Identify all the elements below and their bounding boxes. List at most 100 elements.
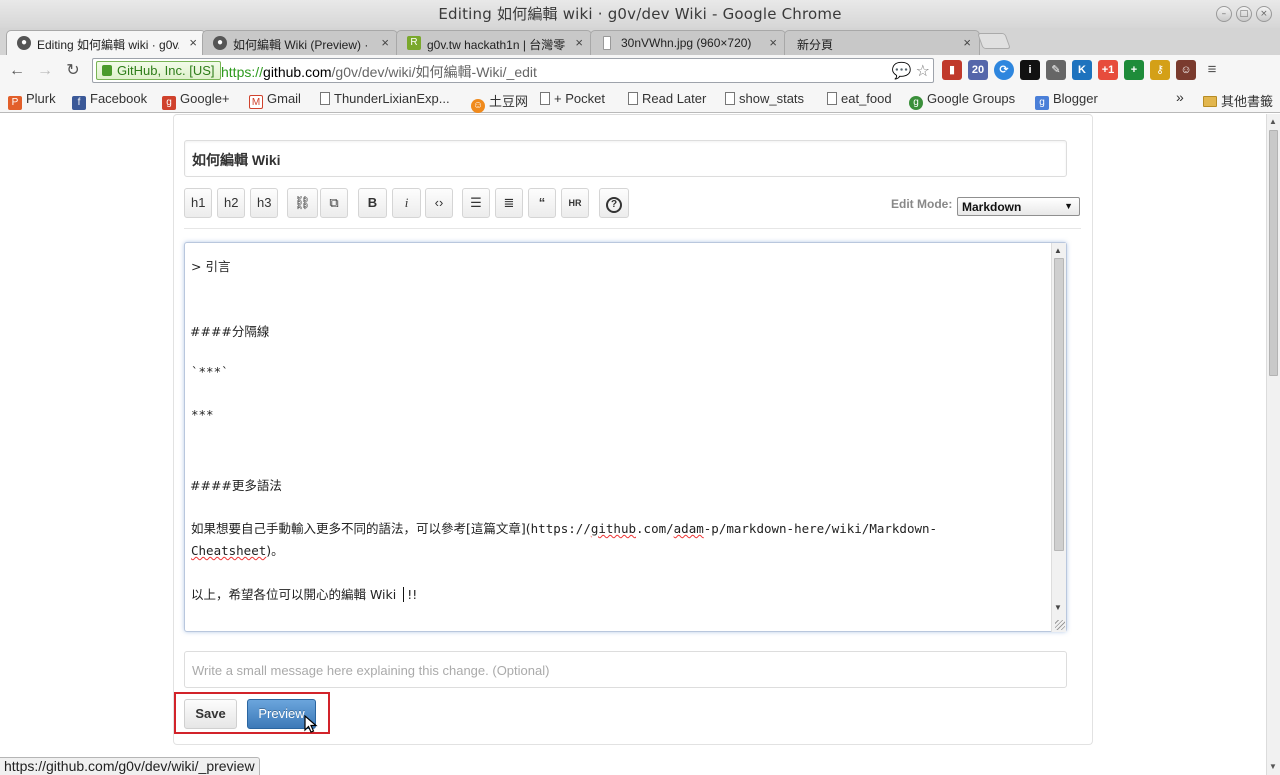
status-bar-url: https://github.com/g0v/dev/wiki/_preview bbox=[0, 757, 260, 775]
back-arrow-icon[interactable]: ← bbox=[7, 61, 27, 81]
toolbar-divider bbox=[184, 228, 1081, 229]
github-icon: ● bbox=[213, 36, 227, 50]
help-button[interactable]: ? bbox=[599, 188, 629, 218]
bookmarks-overflow-chevron-icon[interactable]: » bbox=[1176, 89, 1184, 105]
reference-url: https://github.com/adam-p/markdown-here/… bbox=[531, 521, 937, 536]
tab-preview-wiki[interactable]: ● 如何編輯 Wiki (Preview) · g0v × bbox=[202, 30, 398, 55]
scroll-down-icon[interactable]: ▼ bbox=[1269, 762, 1277, 771]
close-tab-icon[interactable]: × bbox=[769, 35, 777, 50]
document-icon bbox=[827, 92, 837, 105]
code-icon: ‹› bbox=[434, 195, 444, 210]
close-tab-icon[interactable]: × bbox=[963, 35, 971, 50]
close-window-icon[interactable]: × bbox=[1256, 6, 1272, 22]
extension-plusone-icon[interactable]: +1 bbox=[1098, 60, 1118, 80]
window-title: Editing 如何編輯 wiki · g0v/dev Wiki - Googl… bbox=[438, 5, 842, 23]
maximize-icon[interactable]: □ bbox=[1236, 6, 1252, 22]
forward-arrow-icon[interactable]: → bbox=[35, 61, 55, 81]
h2-button[interactable]: h2 bbox=[217, 188, 246, 218]
bookmark-show-stats[interactable]: show_stats bbox=[725, 91, 804, 106]
blockquote-button[interactable]: “ bbox=[528, 188, 556, 218]
extension-counter-icon[interactable]: 20 bbox=[968, 60, 988, 80]
scroll-up-icon[interactable]: ▲ bbox=[1054, 246, 1062, 255]
new-tab-button[interactable] bbox=[977, 33, 1011, 49]
bookmark-label: show_stats bbox=[739, 91, 805, 106]
content-line-reference: 如果想要自己手動輸入更多不同的語法，可以參考[這篇文章](https://git… bbox=[191, 518, 937, 537]
page-scrollbar-thumb[interactable] bbox=[1269, 130, 1278, 376]
bookmark-label: + Pocket bbox=[554, 91, 605, 106]
bold-button[interactable]: B bbox=[358, 188, 387, 218]
extension-tool-icon[interactable]: ✎ bbox=[1046, 60, 1066, 80]
ordered-list-button[interactable]: ≣ bbox=[495, 188, 523, 218]
bookmark-star-icon[interactable]: ☆ bbox=[916, 61, 930, 81]
content-line-closing: 以上，希望各位可以開心的編輯 Wiki !! bbox=[191, 584, 417, 603]
extension-k-icon[interactable]: K bbox=[1072, 60, 1092, 80]
bookmark-read-later[interactable]: Read Later bbox=[628, 91, 706, 106]
github-icon: ● bbox=[17, 36, 31, 50]
bookmark-thunderlixian[interactable]: ThunderLixianExp... bbox=[320, 91, 450, 106]
gmail-icon: M bbox=[249, 95, 263, 109]
bookmark-gmail[interactable]: M Gmail bbox=[249, 91, 301, 109]
editor-scrollbar[interactable]: ▲ ▼ bbox=[1051, 243, 1066, 632]
extension-key-icon[interactable]: ⚷ bbox=[1150, 60, 1170, 80]
minimize-icon[interactable]: – bbox=[1216, 6, 1232, 22]
extension-avatar-icon[interactable]: ☺ bbox=[1176, 60, 1196, 80]
bookmark-label: Plurk bbox=[26, 91, 56, 106]
lock-icon bbox=[102, 65, 112, 76]
image-button[interactable]: ⧉ bbox=[320, 188, 348, 218]
url-text[interactable]: https://github.com/g0v/dev/wiki/如何編輯-Wik… bbox=[221, 62, 537, 82]
bookmark-google-groups[interactable]: g Google Groups bbox=[909, 91, 1015, 110]
code-button[interactable]: ‹› bbox=[425, 188, 453, 218]
content-line-more-heading: ####更多語法 bbox=[190, 478, 282, 493]
bookmark-facebook[interactable]: f Facebook bbox=[72, 91, 147, 110]
unordered-list-button[interactable]: ☰ bbox=[462, 188, 490, 218]
page-scrollbar[interactable]: ▲ ▼ bbox=[1266, 114, 1280, 775]
reload-icon[interactable]: ↻ bbox=[63, 61, 83, 81]
misspelled-word: Cheatsheet bbox=[191, 543, 267, 558]
h1-button[interactable]: h1 bbox=[184, 188, 213, 218]
ev-certificate-badge[interactable]: GitHub, Inc. [US] bbox=[96, 61, 221, 80]
resize-grip-icon[interactable] bbox=[1055, 620, 1065, 630]
extension-add-icon[interactable]: + bbox=[1124, 60, 1144, 80]
bookmark-tudou[interactable]: ☺ 土豆网 bbox=[471, 91, 528, 113]
document-icon bbox=[320, 92, 330, 105]
h3-button[interactable]: h3 bbox=[250, 188, 279, 218]
scroll-down-icon[interactable]: ▼ bbox=[1054, 603, 1062, 612]
edit-mode-select[interactable]: Markdown ▼ bbox=[957, 197, 1080, 216]
mouse-pointer-icon bbox=[304, 715, 318, 733]
save-button[interactable]: Save bbox=[184, 699, 237, 729]
close-tab-icon[interactable]: × bbox=[189, 35, 197, 50]
extension-info-icon[interactable]: i bbox=[1020, 60, 1040, 80]
ev-label: GitHub, Inc. [US] bbox=[117, 63, 215, 78]
tab-image[interactable]: 30nVWhn.jpg (960×720) × bbox=[590, 30, 786, 55]
tab-editing-wiki[interactable]: ● Editing 如何編輯 wiki · g0v/dev × bbox=[6, 30, 206, 55]
editor-scrollbar-thumb[interactable] bbox=[1054, 258, 1064, 551]
bookmark-eat-food[interactable]: eat_food bbox=[827, 91, 892, 106]
extension-sync-icon[interactable]: ⟳ bbox=[994, 60, 1014, 80]
bookmark-blogger[interactable]: g Blogger bbox=[1035, 91, 1098, 110]
scroll-up-icon[interactable]: ▲ bbox=[1269, 117, 1277, 126]
link-button[interactable]: ⛓ bbox=[287, 188, 318, 218]
italic-button[interactable]: i bbox=[392, 188, 421, 218]
tab-label: g0v.tw hackath1n | 台灣零時 bbox=[427, 38, 565, 52]
omnibox-icons: 💬 ☆ bbox=[892, 61, 930, 81]
tab-hackath1n[interactable]: R g0v.tw hackath1n | 台灣零時 × bbox=[396, 30, 592, 55]
document-icon bbox=[628, 92, 638, 105]
tab-new-tab[interactable]: 新分頁 × bbox=[784, 30, 980, 55]
edit-mode-label: Edit Mode: bbox=[891, 197, 953, 211]
commit-message-input[interactable]: Write a small message here explaining th… bbox=[184, 651, 1067, 688]
chrome-menu-icon[interactable]: ≡ bbox=[1202, 60, 1222, 80]
horizontal-rule-button[interactable]: HR bbox=[561, 188, 589, 218]
speech-bubble-icon[interactable]: 💬 bbox=[892, 61, 912, 81]
extension-bookmark-icon[interactable]: ▮ bbox=[942, 60, 962, 80]
page-title-input[interactable]: 如何編輯 Wiki bbox=[184, 140, 1067, 177]
other-bookmarks[interactable]: 其他書籤 bbox=[1203, 91, 1273, 110]
bookmark-plurk[interactable]: P Plurk bbox=[8, 91, 56, 110]
close-tab-icon[interactable]: × bbox=[381, 35, 389, 50]
bookmark-google-plus[interactable]: g Google+ bbox=[162, 91, 230, 110]
plurk-icon: P bbox=[8, 96, 22, 110]
close-tab-icon[interactable]: × bbox=[575, 35, 583, 50]
bookmark-pocket[interactable]: + Pocket bbox=[540, 91, 605, 106]
wiki-content-textarea[interactable]: > 引言 ####分隔線 `***` *** ####更多語法 如果想要自己手動… bbox=[184, 242, 1067, 632]
dropdown-arrow-icon: ▼ bbox=[1064, 201, 1073, 211]
address-bar[interactable]: GitHub, Inc. [US] https://github.com/g0v… bbox=[92, 58, 934, 83]
